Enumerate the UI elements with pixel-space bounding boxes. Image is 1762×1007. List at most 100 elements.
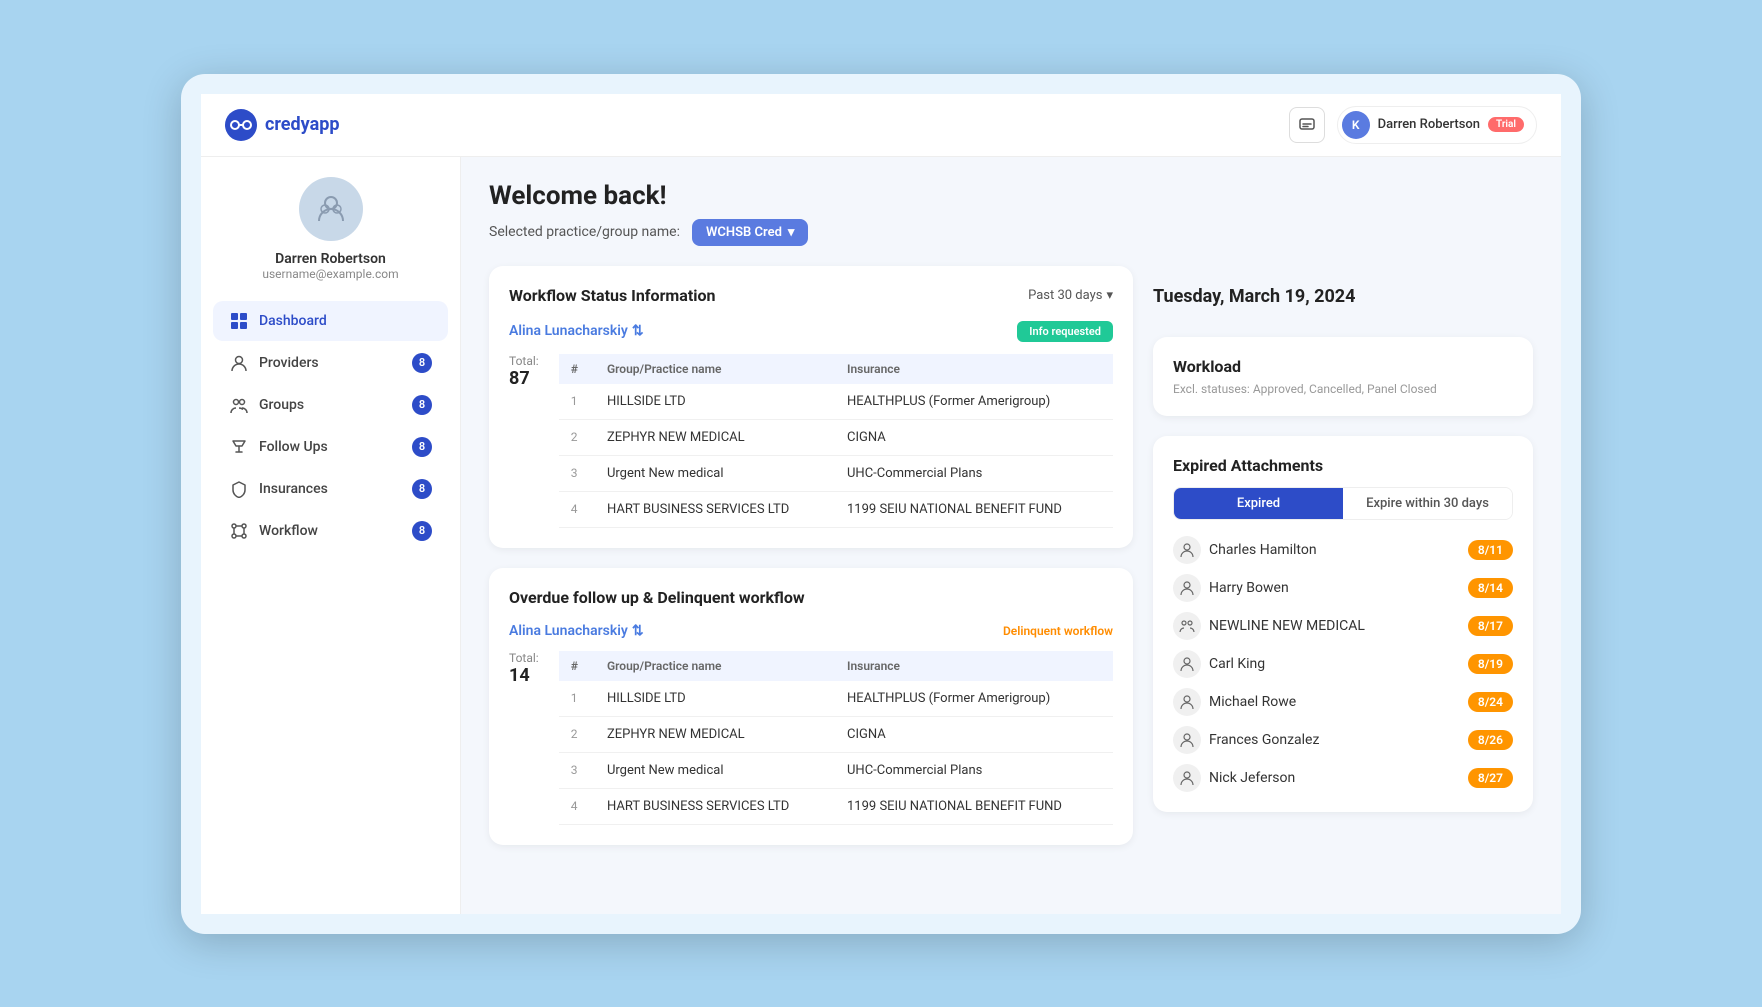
sidebar-item-workflow[interactable]: Workflow 8	[213, 511, 448, 551]
table-row: 3Urgent New medicalUHC-Commercial Plans	[559, 752, 1113, 788]
followups-badge: 8	[412, 437, 432, 457]
total-block-2: Total: 14	[509, 651, 539, 686]
person-icon	[1173, 650, 1201, 678]
practice-label: Selected practice/group name:	[489, 224, 680, 240]
total-value: 14	[509, 665, 539, 686]
content-area: Welcome back! Selected practice/group na…	[461, 157, 1561, 914]
insurances-badge: 8	[412, 479, 432, 499]
provider-row-1: Alina Lunacharskiy ⇅ Info requested	[509, 321, 1113, 342]
total-value: 87	[509, 368, 539, 389]
sidebar-item-insurances[interactable]: Insurances 8	[213, 469, 448, 509]
insurances-icon	[229, 479, 249, 499]
workflow-badge: 8	[412, 521, 432, 541]
col-num: #	[559, 354, 595, 384]
expired-person-name: Nick Jeferson	[1209, 770, 1295, 786]
user-menu[interactable]: K Darren Robertson Trial	[1337, 106, 1537, 144]
expired-item: Frances Gonzalez 8/26	[1173, 726, 1513, 754]
expired-person-name: Charles Hamilton	[1209, 542, 1317, 558]
table-row: 1HILLSIDE LTDHEALTHPLUS (Former Amerigro…	[559, 384, 1113, 420]
cards-area: Workflow Status Information Past 30 days…	[489, 266, 1533, 845]
tab-expired[interactable]: Expired	[1174, 488, 1343, 519]
expired-person-name: NEWLINE NEW MEDICAL	[1209, 618, 1365, 634]
workload-title: Workload	[1173, 357, 1513, 376]
sort-icon: ⇅	[632, 623, 644, 639]
sidebar-user-email: username@example.com	[262, 267, 398, 281]
provider-link-2[interactable]: Alina Lunacharskiy ⇅	[509, 623, 644, 639]
table-row: 4HART BUSINESS SERVICES LTD1199 SEIU NAT…	[559, 491, 1113, 527]
person-icon	[1173, 764, 1201, 792]
sidebar-item-providers[interactable]: Providers 8	[213, 343, 448, 383]
practice-select[interactable]: WCHSB Cred ▾	[692, 219, 808, 246]
table-row: 2ZEPHYR NEW MEDICALCIGNA	[559, 419, 1113, 455]
logo-icon	[225, 109, 257, 141]
user-name-label: Darren Robertson	[1378, 117, 1480, 132]
sidebar-nav: Dashboard Providers 8	[201, 301, 460, 553]
expired-item: Nick Jeferson 8/27	[1173, 764, 1513, 792]
sidebar-item-follow-ups[interactable]: Follow Ups 8	[213, 427, 448, 467]
overdue-card: Overdue follow up & Delinquent workflow …	[489, 568, 1133, 845]
left-column: Workflow Status Information Past 30 days…	[489, 266, 1133, 845]
sidebar-item-label: Groups	[259, 397, 304, 413]
sidebar-user-name: Darren Robertson	[275, 251, 386, 267]
tab-expire-30[interactable]: Expire within 30 days	[1343, 488, 1512, 519]
providers-icon	[229, 353, 249, 373]
right-column: Tuesday, March 19, 2024 Workload Excl. s…	[1153, 266, 1533, 845]
workflow-card-title: Workflow Status Information	[509, 286, 716, 305]
top-right-controls: K Darren Robertson Trial	[1289, 106, 1537, 144]
sidebar-item-label: Dashboard	[259, 313, 327, 329]
sidebar-item-dashboard[interactable]: Dashboard	[213, 301, 448, 341]
sidebar-item-label: Insurances	[259, 481, 328, 497]
expired-person-name: Michael Rowe	[1209, 694, 1296, 710]
date-badge: 8/27	[1468, 768, 1513, 788]
provider-row-2: Alina Lunacharskiy ⇅ Delinquent workflow	[509, 623, 1113, 639]
total-block-1: Total: 87	[509, 354, 539, 389]
period-selector[interactable]: Past 30 days ▾	[1028, 288, 1113, 303]
person-icon	[1173, 574, 1201, 602]
groups-badge: 8	[412, 395, 432, 415]
overdue-card-header: Overdue follow up & Delinquent workflow	[509, 588, 1113, 607]
workflow-icon	[229, 521, 249, 541]
sidebar-avatar	[299, 177, 363, 241]
provider-link-1[interactable]: Alina Lunacharskiy ⇅	[509, 323, 644, 339]
chevron-down-icon: ▾	[788, 225, 795, 240]
delinquent-badge: Delinquent workflow	[1003, 624, 1113, 638]
notification-icon	[1299, 117, 1315, 133]
overdue-card-title: Overdue follow up & Delinquent workflow	[509, 588, 805, 607]
col-insurance: Insurance	[835, 651, 1113, 681]
table-row: 4HART BUSINESS SERVICES LTD1199 SEIU NAT…	[559, 788, 1113, 824]
followups-icon	[229, 437, 249, 457]
person-icon	[1173, 688, 1201, 716]
workload-subtitle: Excl. statuses: Approved, Cancelled, Pan…	[1173, 382, 1513, 396]
expired-title: Expired Attachments	[1173, 456, 1513, 475]
sidebar-item-groups[interactable]: Groups 8	[213, 385, 448, 425]
person-icon	[1173, 536, 1201, 564]
expired-person-name: Frances Gonzalez	[1209, 732, 1319, 748]
practice-row: Selected practice/group name: WCHSB Cred…	[489, 219, 1533, 246]
date-badge: 8/11	[1468, 540, 1513, 560]
workflow-table: # Group/Practice name Insurance 1HILLSID…	[559, 354, 1113, 528]
person-icon	[1173, 726, 1201, 754]
col-insurance: Insurance	[835, 354, 1113, 384]
trial-badge: Trial	[1488, 117, 1524, 132]
expired-item: Carl King 8/19	[1173, 650, 1513, 678]
sidebar-item-label: Providers	[259, 355, 319, 371]
sidebar-item-label: Follow Ups	[259, 439, 328, 455]
app-logo: credyapp	[225, 109, 339, 141]
dashboard-icon	[229, 311, 249, 331]
expired-item: Charles Hamilton 8/11	[1173, 536, 1513, 564]
avatar: K	[1342, 111, 1370, 139]
sidebar-item-label: Workflow	[259, 523, 318, 539]
sort-icon: ⇅	[632, 323, 644, 339]
expired-person-name: Harry Bowen	[1209, 580, 1289, 596]
overdue-table: # Group/Practice name Insurance 1HILLSID…	[559, 651, 1113, 825]
expired-tabs: Expired Expire within 30 days	[1173, 487, 1513, 520]
notification-button[interactable]	[1289, 107, 1325, 143]
total-label: Total:	[509, 354, 539, 368]
col-group: Group/Practice name	[595, 354, 835, 384]
date-badge: 8/24	[1468, 692, 1513, 712]
expired-list: Charles Hamilton 8/11 Harry Bowen 8/14 N…	[1173, 536, 1513, 792]
date-badge: 8/17	[1468, 616, 1513, 636]
table-row: 1HILLSIDE LTDHEALTHPLUS (Former Amerigro…	[559, 681, 1113, 717]
chevron-down-icon: ▾	[1106, 288, 1113, 303]
date-display: Tuesday, March 19, 2024	[1153, 266, 1533, 317]
